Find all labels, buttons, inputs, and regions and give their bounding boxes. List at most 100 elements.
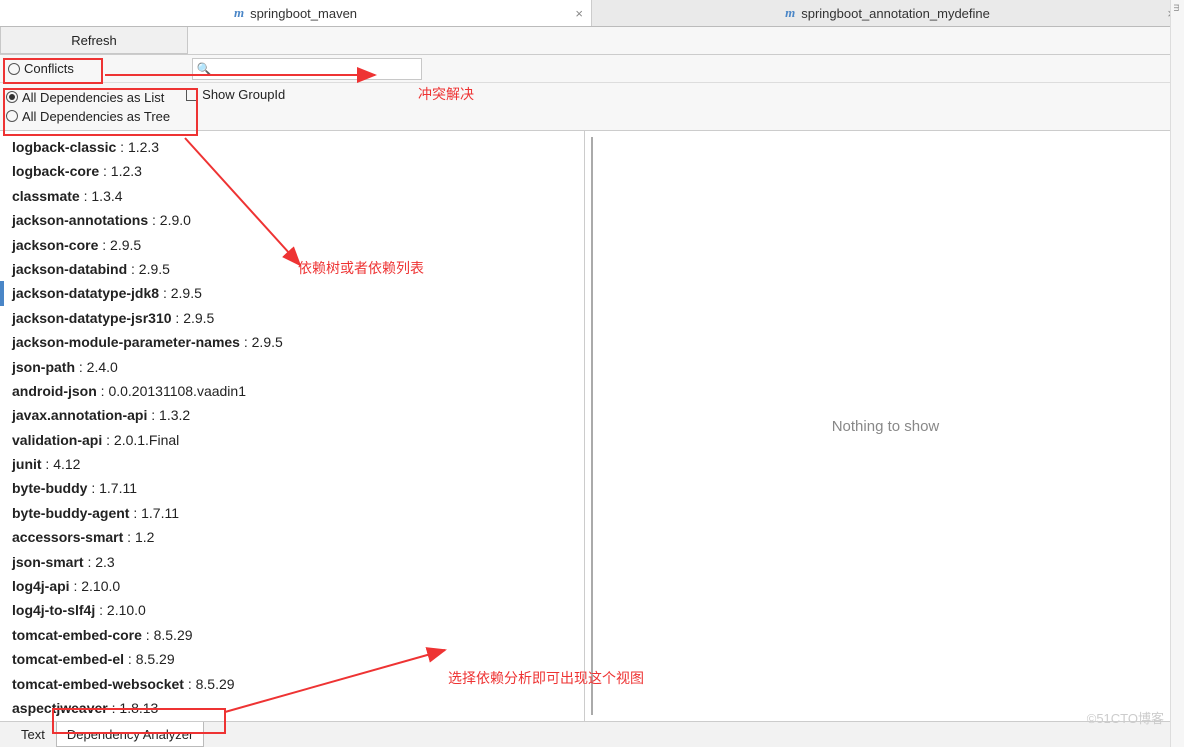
list-item[interactable]: jackson-datatype-jdk8 : 2.9.5 <box>12 281 584 305</box>
tab-text[interactable]: Text <box>10 722 56 747</box>
list-item[interactable]: accessors-smart : 1.2 <box>12 525 584 549</box>
list-item[interactable]: byte-buddy : 1.7.11 <box>12 476 584 500</box>
dependency-name: log4j-api <box>12 578 70 594</box>
tab-label: springboot_annotation_mydefine <box>801 6 990 21</box>
dependency-name: tomcat-embed-el <box>12 651 124 667</box>
refresh-button[interactable]: Refresh <box>0 27 188 54</box>
right-tool-sidebar[interactable]: m <box>1170 0 1184 747</box>
dependency-version: : 1.7.11 <box>87 480 137 496</box>
dependency-name: json-path <box>12 359 75 375</box>
dependency-version: : 1.3.2 <box>147 407 190 423</box>
editor-tabs: m springboot_maven × m springboot_annota… <box>0 0 1184 27</box>
list-item[interactable]: tomcat-embed-websocket : 8.5.29 <box>12 672 584 696</box>
list-item[interactable]: logback-core : 1.2.3 <box>12 159 584 183</box>
dependency-version: : 8.5.29 <box>142 627 193 643</box>
dependency-name: tomcat-embed-websocket <box>12 676 184 692</box>
maven-icon: m <box>234 5 244 21</box>
list-item[interactable]: log4j-to-slf4j : 2.10.0 <box>12 598 584 622</box>
checkbox-icon <box>186 89 198 101</box>
sidebar-tool-icon[interactable]: m <box>1171 0 1183 16</box>
tab-springboot-maven[interactable]: m springboot_maven × <box>0 0 592 26</box>
filter-row-1: Conflicts 🔍 <box>0 55 1184 83</box>
dependency-version: : 2.9.0 <box>148 212 191 228</box>
list-item[interactable]: aspectjweaver : 1.8.13 <box>12 696 584 720</box>
dependency-version: : 4.12 <box>42 456 81 472</box>
search-field[interactable] <box>214 62 417 76</box>
dependency-version: : 8.5.29 <box>124 651 175 667</box>
filter-row-2: All Dependencies as List All Dependencie… <box>0 83 1184 131</box>
list-item[interactable]: junit : 4.12 <box>12 452 584 476</box>
dependency-version: : 2.9.5 <box>240 334 283 350</box>
dependency-version: : 1.2.3 <box>99 163 142 179</box>
list-item[interactable]: jackson-module-parameter-names : 2.9.5 <box>12 330 584 354</box>
close-icon[interactable]: × <box>575 6 583 21</box>
dependency-version: : 2.9.5 <box>98 237 141 253</box>
dependency-version: : 2.0.1.Final <box>102 432 179 448</box>
search-input[interactable]: 🔍 <box>192 58 422 80</box>
dependency-name: android-json <box>12 383 97 399</box>
detail-pane: Nothing to show <box>591 137 1178 715</box>
dependency-name: logback-core <box>12 163 99 179</box>
tab-springboot-annotation[interactable]: m springboot_annotation_mydefine × <box>592 0 1184 26</box>
dependency-name: jackson-core <box>12 237 98 253</box>
radio-label: Conflicts <box>24 61 74 76</box>
dependency-name: jackson-datatype-jdk8 <box>12 285 159 301</box>
list-item[interactable]: validation-api : 2.0.1.Final <box>12 428 584 452</box>
dependency-name: logback-classic <box>12 139 116 155</box>
list-item[interactable]: jackson-core : 2.9.5 <box>12 233 584 257</box>
bottom-tabs: Text Dependency Analyzer <box>0 721 1184 747</box>
dependency-version: : 2.4.0 <box>75 359 118 375</box>
dependency-name: accessors-smart <box>12 529 123 545</box>
list-item[interactable]: json-smart : 2.3 <box>12 550 584 574</box>
dependency-name: jackson-module-parameter-names <box>12 334 240 350</box>
checkbox-show-groupid[interactable]: Show GroupId <box>186 87 285 102</box>
dependency-name: log4j-to-slf4j <box>12 602 95 618</box>
radio-all-list[interactable]: All Dependencies as List <box>6 90 170 105</box>
radio-icon <box>6 91 18 103</box>
tab-label: springboot_maven <box>250 6 357 21</box>
dependency-name: tomcat-embed-core <box>12 627 142 643</box>
maven-icon: m <box>785 5 795 21</box>
dependency-version: : 1.7.11 <box>129 505 179 521</box>
list-item[interactable]: json-path : 2.4.0 <box>12 355 584 379</box>
dependency-version: : 1.8.13 <box>108 700 159 716</box>
dependency-name: byte-buddy-agent <box>12 505 129 521</box>
list-item[interactable]: javax.annotation-api : 1.3.2 <box>12 403 584 427</box>
dependency-version: : 1.2 <box>123 529 154 545</box>
view-mode-group: All Dependencies as List All Dependencie… <box>0 88 176 126</box>
toolbar: Refresh <box>0 27 1184 55</box>
radio-label: All Dependencies as Tree <box>22 109 170 124</box>
list-item[interactable]: byte-buddy-agent : 1.7.11 <box>12 501 584 525</box>
dependency-name: jackson-annotations <box>12 212 148 228</box>
list-item[interactable]: jackson-annotations : 2.9.0 <box>12 208 584 232</box>
dependency-version: : 2.9.5 <box>127 261 170 277</box>
main-split: logback-classic : 1.2.3logback-core : 1.… <box>0 131 1184 721</box>
dependency-name: jackson-databind <box>12 261 127 277</box>
dependency-name: json-smart <box>12 554 84 570</box>
list-item[interactable]: classmate : 1.3.4 <box>12 184 584 208</box>
dependency-version: : 1.3.4 <box>80 188 123 204</box>
list-item[interactable]: jackson-datatype-jsr310 : 2.9.5 <box>12 306 584 330</box>
list-item[interactable]: tomcat-embed-core : 8.5.29 <box>12 623 584 647</box>
dependency-name: byte-buddy <box>12 480 87 496</box>
radio-conflicts[interactable]: Conflicts <box>0 61 74 76</box>
dependency-version: : 2.10.0 <box>70 578 121 594</box>
dependency-name: validation-api <box>12 432 102 448</box>
list-item[interactable]: log4j-api : 2.10.0 <box>12 574 584 598</box>
dependency-version: : 8.5.29 <box>184 676 235 692</box>
radio-icon <box>8 63 20 75</box>
search-icon: 🔍 <box>197 62 212 76</box>
dependency-version: : 2.10.0 <box>95 602 146 618</box>
list-item[interactable]: android-json : 0.0.20131108.vaadin1 <box>12 379 584 403</box>
list-item[interactable]: logback-classic : 1.2.3 <box>12 135 584 159</box>
list-item[interactable]: tomcat-embed-el : 8.5.29 <box>12 647 584 671</box>
radio-all-tree[interactable]: All Dependencies as Tree <box>6 109 170 124</box>
dependency-list: logback-classic : 1.2.3logback-core : 1.… <box>0 135 584 720</box>
dependency-name: javax.annotation-api <box>12 407 147 423</box>
tab-dependency-analyzer[interactable]: Dependency Analyzer <box>56 722 204 747</box>
list-item[interactable]: jackson-databind : 2.9.5 <box>12 257 584 281</box>
radio-icon <box>6 110 18 122</box>
dependency-version: : 2.9.5 <box>159 285 202 301</box>
dependency-list-pane[interactable]: logback-classic : 1.2.3logback-core : 1.… <box>0 131 585 721</box>
dependency-version: : 2.3 <box>84 554 115 570</box>
